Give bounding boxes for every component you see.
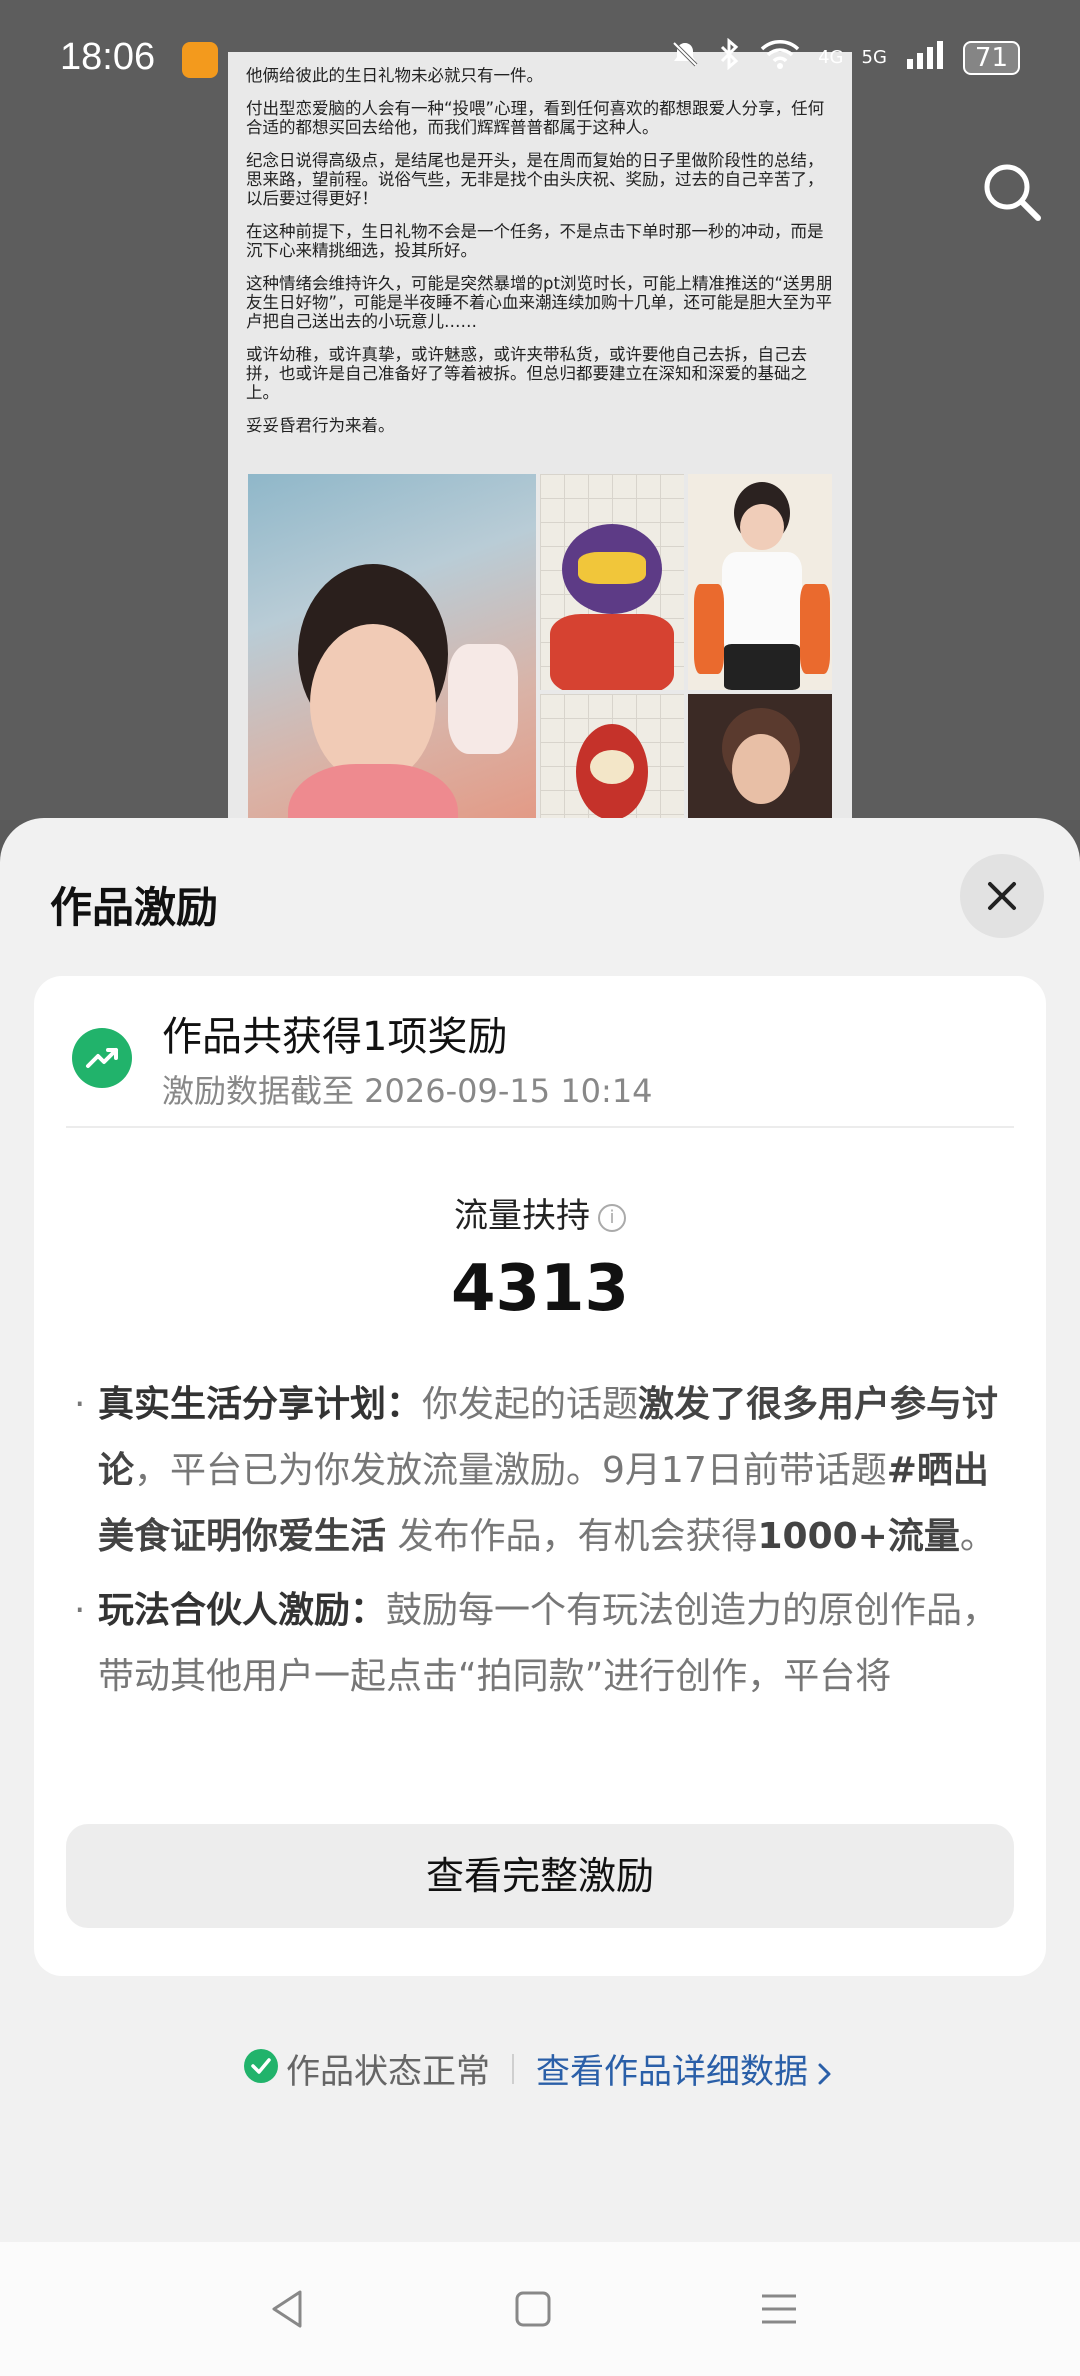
photo-portrait (688, 694, 832, 820)
divider (512, 2053, 514, 2084)
item-text: 你发起的话题 (422, 1384, 639, 1425)
status-icons: 4G 5G 71 (670, 37, 1020, 77)
photo-fashion (688, 474, 832, 690)
bullet: · (74, 1590, 86, 1631)
reward-title: 作品共获得1项奖励 (162, 1014, 508, 1060)
photo-birthday (248, 474, 536, 820)
item-highlight: 1000+流量 (757, 1516, 960, 1557)
search-icon (984, 164, 1041, 221)
post-status-text: 作品状态正常 (286, 2052, 490, 2092)
chevron-right-icon (818, 2063, 831, 2084)
sheet-footer: 作品状态正常 查看作品详细数据 (0, 2044, 1080, 2093)
item-text: 。 (959, 1516, 996, 1557)
reward-data-time: 激励数据截至 2026-09-15 10:14 (162, 1072, 653, 1110)
bullet: · (74, 1384, 86, 1425)
list-item: · 玩法合伙人激励：鼓励每一个有玩法创造力的原创作品，带动其他用户一起点击“拍同… (64, 1578, 1016, 1710)
divider (66, 1126, 1014, 1128)
photo-red-toy (540, 694, 684, 820)
incentive-description-list: · 真实生活分享计划：你发起的话题激发了很多用户参与讨论，平台已为你发放流量激励… (64, 1372, 1016, 1712)
network-5g-label: 5G (861, 47, 887, 68)
back-triangle-icon (272, 2290, 302, 2328)
close-button[interactable] (960, 854, 1044, 938)
photo-collage (248, 474, 832, 820)
list-item: · 真实生活分享计划：你发起的话题激发了很多用户参与讨论，平台已为你发放流量激励… (64, 1372, 1016, 1570)
trend-up-icon (72, 1028, 132, 1088)
close-icon (988, 882, 1016, 910)
item-name: 玩法合伙人激励： (98, 1590, 387, 1631)
photo-robot-toy (540, 474, 684, 690)
post-paragraph: 纪念日说得高级点，是结尾也是开头，是在周而复始的日子里做阶段性的总结，思来路，望… (246, 151, 824, 208)
mute-icon (670, 39, 700, 76)
item-text: 发布作品，有机会获得 (386, 1516, 758, 1557)
metric-value: 4313 (450, 1252, 630, 1326)
network-4g-label: 4G (818, 47, 844, 68)
info-icon[interactable]: i (598, 1203, 626, 1232)
menu-lines-icon (762, 2294, 796, 2324)
incentive-sheet: 作品激励 作品共获得1项奖励 激励数据截至 2026-09-15 10:14 流… (0, 818, 1080, 2242)
status-bar: 18:06 4G 5G 71 (0, 0, 1080, 110)
system-nav-bar (0, 2242, 1080, 2376)
home-square-icon (515, 2291, 551, 2327)
bluetooth-icon (718, 37, 742, 77)
nav-back-button[interactable] (262, 2284, 312, 2334)
signal-icon (905, 39, 945, 76)
post-preview: 他俩给彼此的生日礼物未必就只有一件。 付出型恋爱脑的人会有一种“投喂”心理，看到… (228, 52, 852, 820)
post-paragraph: 在这种前提下，生日礼物不会是一个任务，不是点击下单时那一秒的冲动，而是沉下心来精… (246, 222, 824, 260)
view-detail-data-link[interactable]: 查看作品详细数据 (536, 2052, 836, 2092)
wifi-icon (760, 39, 800, 76)
post-paragraph: 妥妥昏君行为来着。 (246, 416, 395, 435)
nav-menu-button[interactable] (754, 2284, 804, 2334)
detail-link-label: 查看作品详细数据 (536, 2052, 808, 2092)
sheet-title: 作品激励 (50, 883, 219, 932)
metric-label-text: 流量扶持 (454, 1196, 590, 1236)
item-name: 真实生活分享计划： (98, 1384, 423, 1425)
search-button[interactable] (980, 160, 1044, 224)
post-paragraph: 这种情绪会维持许久，可能是突然暴增的pt浏览时长，可能上精准推送的“送男朋友生日… (246, 274, 833, 331)
battery-icon: 71 (962, 40, 1020, 75)
status-time: 18:06 (60, 36, 156, 78)
app-notification-icon (182, 42, 218, 78)
nav-home-button[interactable] (508, 2284, 558, 2334)
incentive-card: 作品共获得1项奖励 激励数据截至 2026-09-15 10:14 流量扶持 i … (34, 976, 1046, 1976)
metric-label: 流量扶持 i (34, 1188, 1046, 1237)
check-circle-icon (244, 2048, 278, 2083)
item-text: ，平台已为你发放流量激励。9月17日前带话题 (134, 1450, 887, 1491)
view-full-incentive-button[interactable]: 查看完整激励 (66, 1824, 1014, 1928)
post-paragraph: 或许幼稚，或许真挚，或许魅惑，或许夹带私货，或许要他自己去拆，自己去拼，也或许是… (246, 345, 807, 402)
